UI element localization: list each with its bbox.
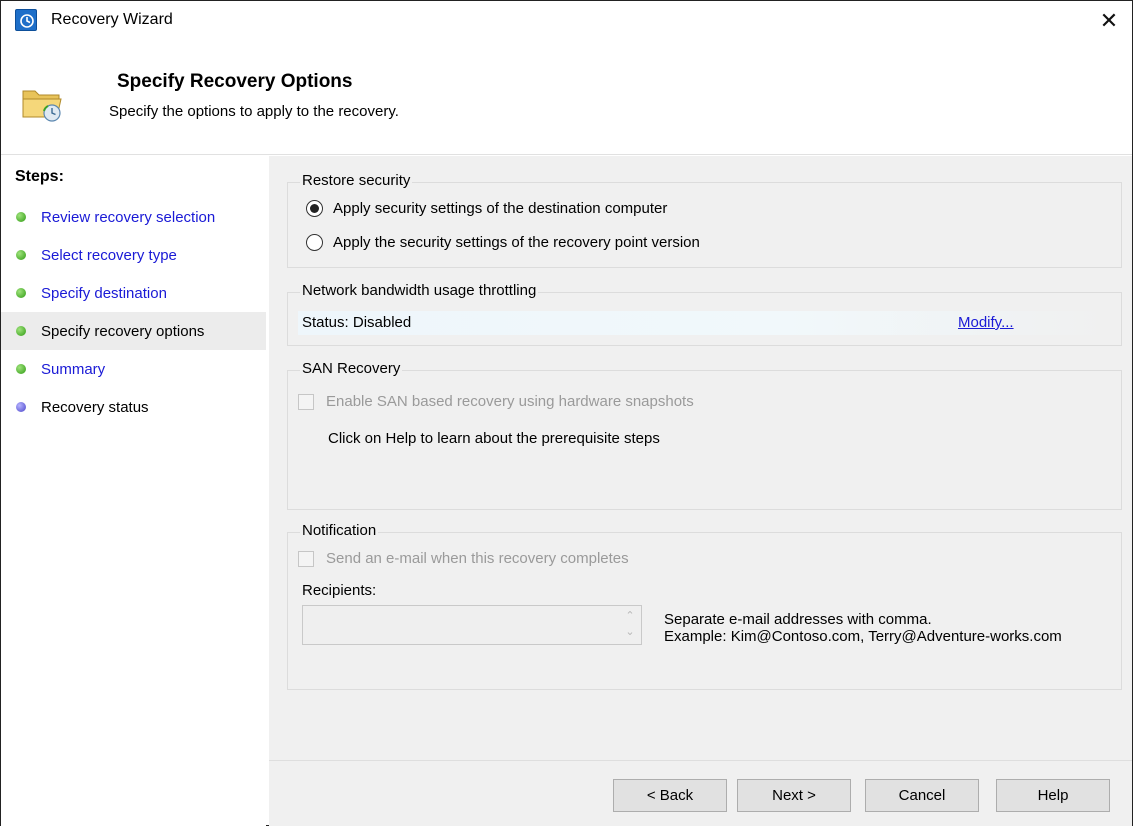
group-title: Notification (300, 522, 379, 539)
step-select-recovery-type[interactable]: Select recovery type (1, 236, 266, 274)
step-review-recovery-selection[interactable]: Review recovery selection (1, 198, 266, 236)
recipients-label: Recipients: (302, 582, 377, 599)
step-recovery-status: Recovery status (1, 388, 266, 426)
next-button[interactable]: Next > (737, 779, 851, 812)
san-recovery-checkbox[interactable] (298, 393, 314, 410)
folder-recovery-icon (21, 83, 65, 123)
step-completed-icon (16, 212, 26, 222)
step-summary[interactable]: Summary (1, 350, 266, 388)
modify-throttling-link[interactable]: Modify... (958, 314, 1014, 331)
recipients-scrollbar[interactable]: ⌃ ⌄ (621, 608, 639, 642)
step-label[interactable]: Specify destination (41, 285, 167, 302)
san-recovery-checkbox-row[interactable]: Enable SAN based recovery using hardware… (298, 393, 694, 410)
radio-button-checked[interactable] (306, 200, 323, 217)
checkbox-label: Send an e-mail when this recovery comple… (326, 550, 629, 567)
email-notification-checkbox[interactable] (298, 550, 314, 567)
help-button[interactable]: Help (996, 779, 1110, 812)
radio-recovery-point-security[interactable]: Apply the security settings of the recov… (306, 234, 700, 251)
throttling-status-bar: Status: Disabled Modify... (298, 311, 1113, 335)
page-title: Specify Recovery Options (117, 71, 353, 92)
step-completed-icon (16, 288, 26, 298)
step-label[interactable]: Summary (41, 361, 105, 378)
group-title: Network bandwidth usage throttling (300, 282, 539, 299)
step-label: Specify recovery options (41, 322, 205, 340)
close-button[interactable]: ✕ (1086, 1, 1132, 41)
restore-security-group: Restore security Apply security settings… (287, 172, 1122, 268)
recipients-hint: Separate e-mail addresses with comma. Ex… (664, 611, 1062, 645)
group-title: SAN Recovery (300, 360, 403, 377)
hint-line: Example: Kim@Contoso.com, Terry@Adventur… (664, 628, 1062, 645)
page-subtitle: Specify the options to apply to the reco… (109, 103, 399, 120)
step-pending-icon (16, 402, 26, 412)
radio-label: Apply security settings of the destinati… (333, 200, 668, 217)
throttling-group: Network bandwidth usage throttling Statu… (287, 282, 1122, 346)
checkbox-label: Enable SAN based recovery using hardware… (326, 393, 694, 410)
step-specify-destination[interactable]: Specify destination (1, 274, 266, 312)
san-recovery-group: SAN Recovery Enable SAN based recovery u… (287, 360, 1122, 510)
wizard-header: Specify Recovery Options Specify the opt… (1, 41, 1132, 155)
radio-label: Apply the security settings of the recov… (333, 234, 700, 251)
scroll-up-icon[interactable]: ⌃ (621, 608, 639, 624)
hint-line: Separate e-mail addresses with comma. (664, 611, 932, 628)
radio-destination-security[interactable]: Apply security settings of the destinati… (306, 200, 667, 217)
throttling-status: Status: Disabled (302, 314, 412, 331)
back-button[interactable]: < Back (613, 779, 727, 812)
step-label: Recovery status (41, 398, 149, 416)
step-label[interactable]: Select recovery type (41, 247, 177, 264)
options-panel: Restore security Apply security settings… (269, 156, 1132, 760)
steps-sidebar: Steps: Review recovery selection Select … (1, 156, 266, 826)
step-completed-icon (16, 364, 26, 374)
wizard-button-bar: < Back Next > Cancel Help (269, 760, 1132, 826)
steps-heading: Steps: (15, 168, 64, 185)
step-completed-icon (16, 250, 26, 260)
step-label[interactable]: Review recovery selection (41, 209, 215, 226)
step-current-icon (16, 326, 26, 336)
san-help-text: Click on Help to learn about the prerequ… (328, 430, 660, 447)
notification-group: Notification Send an e-mail when this re… (287, 522, 1122, 690)
radio-button[interactable] (306, 234, 323, 251)
email-notification-checkbox-row[interactable]: Send an e-mail when this recovery comple… (298, 550, 629, 567)
scroll-down-icon[interactable]: ⌄ (621, 624, 639, 640)
title-bar: Recovery Wizard ✕ (1, 1, 1132, 41)
cancel-button[interactable]: Cancel (865, 779, 979, 812)
group-title: Restore security (300, 172, 413, 189)
close-icon: ✕ (1099, 8, 1119, 33)
recovery-wizard-window: Recovery Wizard ✕ Specify Recovery Optio… (0, 0, 1133, 826)
step-specify-recovery-options: Specify recovery options (1, 312, 266, 350)
recovery-app-icon (15, 9, 37, 31)
window-title: Recovery Wizard (51, 11, 173, 28)
recipients-input[interactable]: ⌃ ⌄ (302, 605, 642, 645)
